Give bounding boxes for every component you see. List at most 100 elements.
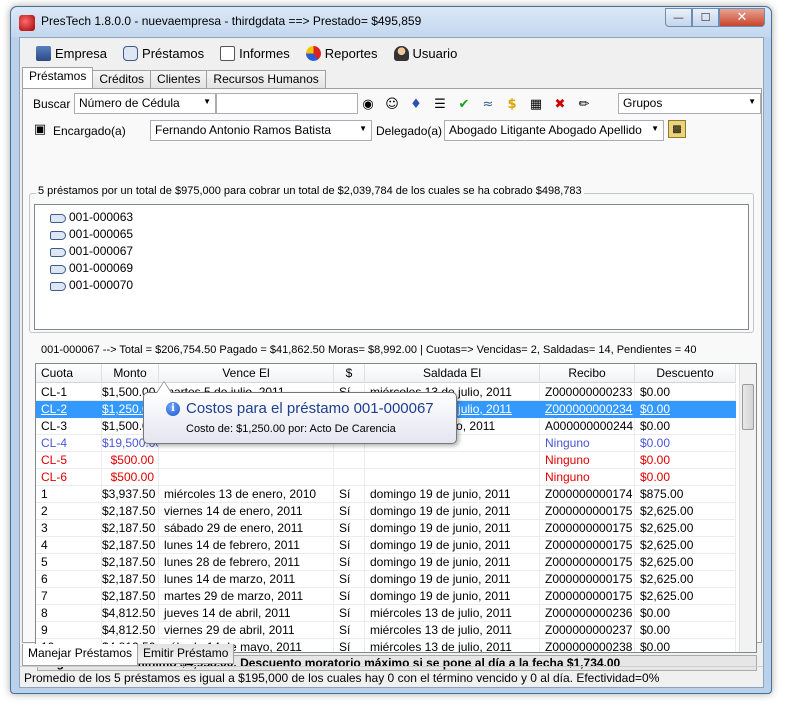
column-header[interactable]: Recibo (540, 364, 635, 382)
menu-empresa[interactable]: Empresa (30, 44, 113, 63)
info-icon: i (166, 402, 180, 416)
table-row[interactable]: 3 $2,187.50 sábado 29 de enero, 2011 Sí domi… (36, 520, 736, 537)
table-row[interactable]: 6 $2,187.50 lunes 14 de marzo, 2011 Sí domin… (36, 571, 736, 588)
delegado-combo[interactable]: Abogado Litigante Abogado Apellido ▼ (444, 120, 664, 141)
assign-icon[interactable]: ▣ (31, 120, 49, 138)
table-cell: 6 (36, 571, 102, 588)
list-item[interactable]: 001-000070 (50, 278, 133, 292)
table-cell: Sí (334, 554, 365, 571)
table-cell: Sí (334, 622, 365, 639)
handshake-icon (123, 45, 139, 61)
table-cell: Sí (334, 537, 365, 554)
maximize-button[interactable]: ☐ (692, 8, 719, 27)
binoculars-icon[interactable]: ◉ (359, 95, 377, 113)
table-cell: miércoles 13 de enero, 2010 (159, 486, 334, 503)
person-search-icon[interactable]: ☺ (383, 95, 401, 113)
table-row[interactable]: 2 $2,187.50 viernes 14 de enero, 2011 Sí dom… (36, 503, 736, 520)
search-input[interactable] (216, 93, 358, 114)
table-cell: $0.00 (635, 435, 736, 452)
table-cell: Z000000000175 (540, 520, 635, 537)
table-cell: Sí (334, 571, 365, 588)
table-cell: 7 (36, 588, 102, 605)
delegado-label: Delegado(a) (376, 124, 443, 138)
table-cell: martes 29 de marzo, 2011 (159, 588, 334, 605)
list-item[interactable]: 001-000067 (50, 244, 133, 258)
table-cell: $0.00 (635, 639, 736, 652)
table-row[interactable]: 8 $4,812.50 jueves 14 de abril, 2011 Sí miér… (36, 605, 736, 622)
checkmark-icon[interactable]: ✔ (455, 95, 473, 113)
table-cell: Z000000000238 (540, 639, 635, 652)
vertical-scrollbar[interactable] (739, 364, 756, 652)
table-cell (159, 469, 334, 486)
table-cell: Z000000000175 (540, 503, 635, 520)
cost-tooltip: i Costos para el préstamo 001-000067 Cos… (143, 381, 457, 444)
table-cell: 5 (36, 554, 102, 571)
table-cell: 8 (36, 605, 102, 622)
pencil-icon[interactable]: ✏ (575, 95, 593, 113)
table-cell: domingo 19 de junio, 2011 (365, 486, 540, 503)
tooltip-pointer (156, 381, 172, 393)
tab-prestamos[interactable]: Préstamos (22, 67, 94, 88)
table-cell: $2,625.00 (635, 537, 736, 554)
table-cell: viernes 14 de enero, 2011 (159, 503, 334, 520)
tab-emitir-prestamo[interactable]: Emitir Préstamo (137, 644, 235, 664)
table-row[interactable]: CL-5 $500.00 Ninguno $0.00 (36, 452, 736, 469)
table-cell: $2,625.00 (635, 571, 736, 588)
menu-reportes[interactable]: Reportes (300, 44, 384, 63)
coins-icon[interactable]: $ (503, 95, 521, 113)
handshake-icon[interactable]: ≈ (479, 95, 497, 113)
close-button[interactable]: ✕ (719, 8, 765, 27)
table-row[interactable]: 1 $3,937.50 miércoles 13 de enero, 2010 Sí d… (36, 486, 736, 503)
column-header[interactable]: Vence El (159, 364, 334, 382)
table-row[interactable]: 4 $2,187.50 lunes 14 de febrero, 2011 Sí dom… (36, 537, 736, 554)
title-bar[interactable]: PresTech 1.8.0.0 - nuevaempresa - thirdg… (11, 7, 771, 37)
search-field-combo[interactable]: Número de Cédula ▼ (74, 93, 216, 114)
table-cell: lunes 14 de marzo, 2011 (159, 571, 334, 588)
main-window: PresTech 1.8.0.0 - nuevaempresa - thirdg… (10, 6, 772, 694)
column-header[interactable]: Monto (102, 364, 159, 382)
chevron-down-icon: ▼ (359, 124, 367, 133)
table-cell: jueves 14 de abril, 2011 (159, 605, 334, 622)
tab-recursos-humanos[interactable]: Recursos Humanos (206, 70, 326, 88)
book-icon[interactable]: ♦ (407, 95, 425, 113)
encargado-combo[interactable]: Fernando Antonio Ramos Batista ▼ (150, 120, 372, 141)
table-cell: Z000000000175 (540, 571, 635, 588)
table-cell: Z000000000236 (540, 605, 635, 622)
building-icon[interactable]: ▦ (527, 95, 545, 113)
scroll-thumb[interactable] (742, 384, 754, 430)
column-header[interactable]: Cuota (36, 364, 102, 382)
table-row[interactable]: CL-6 $500.00 Ninguno $0.00 (36, 469, 736, 486)
org-chart-icon[interactable]: ▩ (668, 120, 686, 138)
prestamos-panel: Buscar Número de Cédula ▼ ◉ ☺ ♦ ☰ ✔ ≈ $ ▦… (22, 88, 762, 671)
stack-icon[interactable]: ☰ (431, 95, 449, 113)
table-row[interactable]: 5 $2,187.50 lunes 28 de febrero, 2011 Sí dom… (36, 554, 736, 571)
table-cell: $2,625.00 (635, 520, 736, 537)
loan-detail-summary: 001-000067 --> Total = $206,754.50 Pagad… (41, 344, 697, 356)
column-header[interactable]: Saldada El (365, 364, 540, 382)
list-item[interactable]: 001-000063 (50, 210, 133, 224)
table-cell: CL-5 (36, 452, 102, 469)
report-icon (220, 45, 236, 61)
groups-combo[interactable]: Grupos ▼ (618, 93, 761, 114)
table-row[interactable]: 9 $4,812.50 viernes 29 de abril, 2011 Sí mié… (36, 622, 736, 639)
grid-header: Cuota Monto Vence El $ Saldada El Recibo… (36, 364, 736, 383)
tab-clientes[interactable]: Clientes (150, 70, 208, 88)
list-item[interactable]: 001-000065 (50, 227, 133, 241)
tab-creditos[interactable]: Créditos (92, 70, 152, 88)
handshake-icon (50, 279, 66, 291)
column-header[interactable]: Descuento (635, 364, 736, 382)
menu-usuario[interactable]: Usuario (388, 44, 464, 63)
table-cell: CL-4 (36, 435, 102, 452)
menu-prestamos[interactable]: Préstamos (117, 44, 210, 63)
tab-manejar-prestamos[interactable]: Manejar Préstamos (22, 644, 139, 666)
table-cell: Sí (334, 605, 365, 622)
table-cell: Sí (334, 486, 365, 503)
menu-informes[interactable]: Informes (214, 44, 296, 63)
table-cell: Z000000000175 (540, 537, 635, 554)
list-item[interactable]: 001-000069 (50, 261, 133, 275)
column-header[interactable]: $ (334, 364, 365, 382)
delete-icon[interactable]: ✖ (551, 95, 569, 113)
table-row[interactable]: 7 $2,187.50 martes 29 de marzo, 2011 Sí domi… (36, 588, 736, 605)
minimize-button[interactable]: — (665, 8, 692, 27)
table-cell: lunes 28 de febrero, 2011 (159, 554, 334, 571)
